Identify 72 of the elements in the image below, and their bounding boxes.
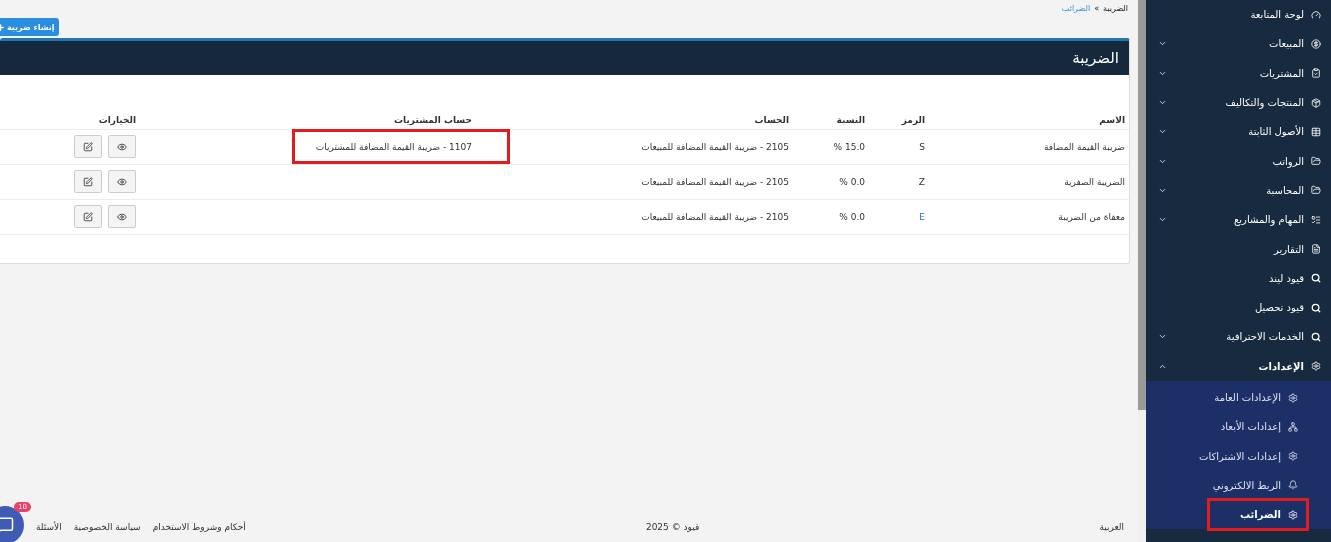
- search-icon: [1311, 331, 1321, 342]
- sidebar-item[interactable]: التقارير: [1146, 234, 1331, 264]
- gear-icon: [1288, 392, 1298, 403]
- table-cell: 2105 - ضريبة القيمة المضافة للمبيعات: [510, 164, 793, 199]
- clipboard-icon: [1311, 68, 1321, 79]
- sidebar-item[interactable]: قيود تحصيل: [1146, 292, 1331, 323]
- sidebar-item[interactable]: المنتجات والتكاليف: [1146, 87, 1331, 118]
- box-icon: [1311, 97, 1321, 108]
- search-icon: [1311, 302, 1321, 313]
- table-cell: ضريبة القيمة المضافة: [929, 129, 1129, 164]
- language-link[interactable]: العربية: [1099, 522, 1124, 532]
- sidebar-item[interactable]: الخدمات الاحترافية: [1146, 322, 1331, 352]
- grid-icon: [1311, 126, 1321, 137]
- column-header: الخيارات: [0, 111, 140, 129]
- dollar-icon: [1311, 38, 1321, 49]
- gear-icon: [1288, 509, 1298, 520]
- table-cell: 15.0 %: [793, 129, 869, 164]
- column-header: الاسم: [929, 111, 1129, 129]
- eye-icon: [117, 176, 127, 187]
- sidebar-item[interactable]: قيود ليند: [1146, 263, 1331, 293]
- folder-icon: [1311, 156, 1321, 167]
- gear-icon: [1311, 361, 1321, 372]
- table-cell: 2105 - ضريبة القيمة المضافة للمبيعات: [510, 199, 793, 234]
- sidebar-item[interactable]: المحاسبة: [1146, 175, 1331, 206]
- sidebar-item[interactable]: المهام والمشاريع: [1146, 205, 1331, 235]
- footer-link[interactable]: سياسة الخصوصية: [73, 522, 141, 532]
- document-icon: [1311, 244, 1321, 254]
- edit-icon: [83, 141, 93, 152]
- card-title: الضريبة: [1072, 49, 1119, 67]
- table-cell: S: [869, 129, 929, 164]
- table-cell: 1107 - ضريبة القيمة المضافة للمشتريات: [292, 129, 510, 164]
- search-icon: [1311, 273, 1321, 284]
- edit-button[interactable]: [74, 205, 102, 228]
- table-cell: Z: [869, 164, 929, 199]
- sidebar-item[interactable]: الأصول الثابتة: [1146, 117, 1331, 147]
- table-cell: 2105 - ضريبة القيمة المضافة للمبيعات: [510, 129, 793, 164]
- view-button[interactable]: [108, 205, 136, 228]
- column-header: النسبة: [793, 111, 869, 129]
- view-button[interactable]: [108, 170, 136, 193]
- edit-icon: [83, 211, 93, 222]
- folder-icon: [1311, 185, 1321, 196]
- table-cell: معفاة من الضريبة: [929, 199, 1129, 234]
- table-cell: الضريبة الصفرية: [929, 164, 1129, 199]
- view-button[interactable]: [108, 135, 136, 158]
- network-icon: [1288, 421, 1298, 432]
- edit-button[interactable]: [74, 170, 102, 193]
- column-header: حساب المشتريات: [140, 111, 510, 129]
- sidebar-item[interactable]: المبيعات: [1146, 29, 1331, 59]
- eye-icon: [117, 211, 127, 222]
- table-cell: 0.0 %: [793, 199, 869, 234]
- table-cell: E: [869, 199, 929, 234]
- column-header: الرمز: [869, 111, 929, 129]
- footer-link[interactable]: أحكام وشروط الاستخدام: [152, 522, 246, 532]
- column-header: الحساب: [510, 111, 793, 129]
- copyright-text: قيود © 2025: [645, 522, 700, 532]
- chat-icon: [0, 516, 14, 534]
- eye-icon: [117, 141, 127, 152]
- breadcrumb-separator: »: [1094, 4, 1100, 13]
- gear-icon: [1288, 451, 1298, 462]
- sidebar-item[interactable]: لوحة المتابعة: [1146, 0, 1331, 30]
- sidebar-item[interactable]: الرواتب: [1146, 146, 1331, 176]
- submenu-item[interactable]: الضرائب: [1206, 498, 1309, 532]
- breadcrumb-current: الضريبة: [1103, 4, 1128, 13]
- list-icon: [1311, 214, 1321, 225]
- edit-icon: [83, 176, 93, 187]
- edit-button[interactable]: [74, 135, 102, 158]
- sidebar-item[interactable]: الإعدادات: [1146, 351, 1331, 381]
- bell-icon: [1288, 480, 1298, 491]
- sidebar-item[interactable]: المشتريات: [1146, 58, 1331, 88]
- gauge-icon: [1311, 9, 1321, 20]
- footer-link[interactable]: الأسئلة: [36, 522, 62, 532]
- table-cell: 0.0 %: [793, 164, 869, 199]
